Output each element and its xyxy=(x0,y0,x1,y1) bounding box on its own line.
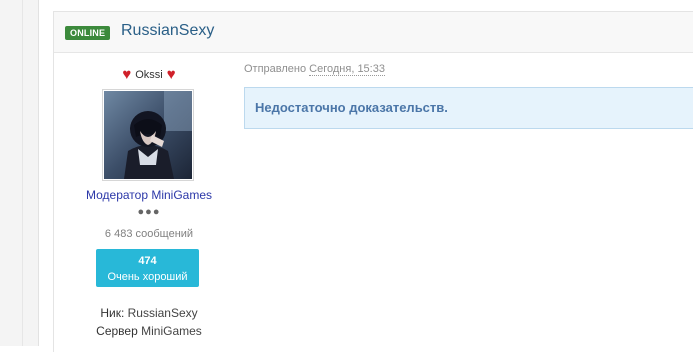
sent-label: Отправлено xyxy=(244,63,307,75)
sent-time[interactable]: Сегодня, 15:33 xyxy=(309,63,385,76)
reputation-label: Очень хороший xyxy=(107,271,188,283)
status-badge: ONLINE xyxy=(65,26,111,40)
avatar[interactable] xyxy=(102,89,194,181)
reputation-box[interactable]: 474 Очень хороший xyxy=(96,249,199,287)
message-block: Недостаточно доказательств. xyxy=(244,87,693,129)
avatar-image xyxy=(104,91,192,179)
left-gutter xyxy=(0,0,39,346)
display-nick: Okssi xyxy=(135,69,163,81)
display-nick-row: ♥ Okssi ♥ xyxy=(54,67,244,83)
post-header: ONLINE RussianSexy xyxy=(54,12,693,53)
user-role: Модератор MiniGames xyxy=(85,188,213,202)
server-label: Сервер xyxy=(96,324,138,338)
heart-icon: ♥ xyxy=(122,66,132,83)
heart-icon: ♥ xyxy=(166,66,176,83)
server-value: MiniGames xyxy=(141,324,202,338)
nick-info: Ник: RussianSexy xyxy=(54,306,244,320)
message-count: 6 483 сообщений xyxy=(104,228,194,240)
author-username-link[interactable]: RussianSexy xyxy=(121,22,214,40)
post-date: Отправлено Сегодня, 15:33 xyxy=(244,63,385,76)
nick-value: RussianSexy xyxy=(127,306,198,320)
server-info: Сервер MiniGames xyxy=(54,324,244,338)
rank-indicator: ●●● xyxy=(137,206,161,218)
nick-label: Ник: xyxy=(100,306,125,320)
message-text: Недостаточно доказательств. xyxy=(255,100,448,115)
forum-post: ONLINE RussianSexy ♥ Okssi ♥ Модератор M… xyxy=(53,11,693,352)
user-info-panel: ♥ Okssi ♥ Модератор MiniGames ●●● 6 483 … xyxy=(54,53,244,353)
reputation-value: 474 xyxy=(138,255,157,267)
